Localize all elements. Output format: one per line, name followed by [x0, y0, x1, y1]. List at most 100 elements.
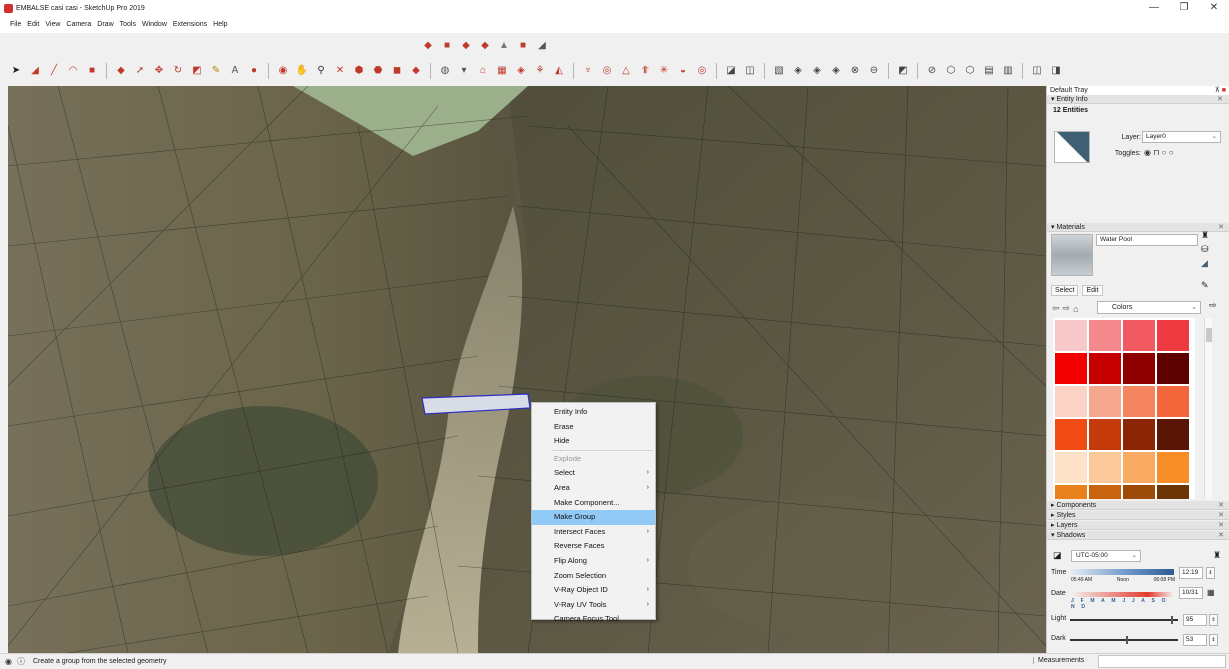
left-view-icon[interactable]: ■ — [515, 38, 531, 54]
color-swatch[interactable] — [1055, 419, 1087, 450]
line-icon[interactable]: ╱ — [46, 63, 62, 79]
eraser-icon[interactable]: ◢ — [27, 63, 43, 79]
color-swatch[interactable] — [1157, 485, 1189, 499]
ctx-camera-focus-tool[interactable]: Camera Focus Tool — [532, 612, 655, 627]
date-field[interactable]: 10/31 — [1179, 587, 1203, 599]
time-spinner[interactable]: ⇕ — [1206, 567, 1215, 579]
minimize-button[interactable]: — — [1139, 0, 1169, 16]
model-viewport[interactable]: Entity Info Erase Hide Explode Select › A… — [8, 86, 1046, 653]
extension-icon[interactable]: ⬣ — [370, 63, 386, 79]
menu-help[interactable]: Help — [213, 21, 227, 28]
color-swatch[interactable] — [1089, 485, 1121, 499]
details-arrow-icon[interactable]: ⇨ — [1209, 300, 1217, 311]
wireframe-icon[interactable]: ⬡ — [962, 63, 978, 79]
create-material-icon[interactable]: ♜ — [1201, 230, 1209, 241]
back-edges-icon[interactable]: ⬡ — [943, 63, 959, 79]
info-icon[interactable]: ⓘ — [17, 656, 25, 667]
dropdown-arrow-icon[interactable]: ▾ — [456, 63, 472, 79]
color-swatch[interactable] — [1055, 485, 1087, 499]
solid-subtract-icon[interactable]: ◈ — [790, 63, 806, 79]
rectangle-icon[interactable]: ■ — [84, 63, 100, 79]
panel-close-icon[interactable]: ✕ — [1218, 511, 1224, 520]
panel-close-icon[interactable]: ✕ — [1218, 531, 1224, 540]
dark-spinner[interactable]: ⇕ — [1209, 634, 1218, 646]
scrollbar-thumb[interactable] — [1206, 328, 1212, 342]
tape-measure-icon[interactable]: ✎ — [208, 63, 224, 79]
ctx-entity-info[interactable]: Entity Info — [532, 405, 655, 420]
zoom-icon[interactable]: ⚲ — [313, 63, 329, 79]
rotate-icon[interactable]: ↻ — [170, 63, 186, 79]
vray-omni-icon[interactable]: ✳ — [656, 63, 672, 79]
vray-settings-icon[interactable]: ◍ — [437, 63, 453, 79]
entity-info-header[interactable]: ▾ Entity Info ✕ — [1047, 95, 1229, 104]
back-view-icon[interactable]: ▲ — [496, 38, 512, 54]
ctx-area[interactable]: Area › — [532, 481, 655, 496]
paint-bucket-icon[interactable]: ● — [246, 63, 262, 79]
xray-icon[interactable]: ⊘ — [924, 63, 940, 79]
time-field[interactable]: 12:19 — [1179, 567, 1203, 579]
menu-tools[interactable]: Tools — [120, 21, 136, 28]
date-slider[interactable] — [1070, 592, 1174, 597]
light-slider[interactable] — [1070, 616, 1178, 624]
zoom-extents-icon[interactable]: ✕ — [332, 63, 348, 79]
solid-trim-icon[interactable]: ◈ — [809, 63, 825, 79]
ctx-erase[interactable]: Erase — [532, 420, 655, 435]
vray-render-icon[interactable]: ♆ — [580, 63, 596, 79]
ctx-zoom-selection[interactable]: Zoom Selection — [532, 569, 655, 584]
sample-paint-icon[interactable]: ✎ — [1201, 280, 1209, 291]
forward-arrow-icon[interactable]: ⇨ — [1063, 303, 1071, 314]
sandbox-stamp-icon[interactable]: ⚘ — [532, 63, 548, 79]
layer-select[interactable]: Layer0 ⌄ — [1142, 131, 1221, 143]
dark-slider[interactable] — [1070, 636, 1178, 644]
ctx-hide[interactable]: Hide — [532, 434, 655, 449]
color-swatch[interactable] — [1089, 419, 1121, 450]
top-view-icon[interactable]: ■ — [439, 38, 455, 54]
menu-edit[interactable]: Edit — [27, 21, 39, 28]
color-swatch[interactable] — [1089, 353, 1121, 384]
solid-intersect-icon[interactable]: ◈ — [828, 63, 844, 79]
dark-slider-knob[interactable] — [1126, 636, 1129, 644]
entity-material-swatch[interactable] — [1054, 131, 1090, 163]
calendar-icon[interactable]: ▦ — [1207, 588, 1215, 597]
front-view-icon[interactable]: ◆ — [458, 38, 474, 54]
home-icon[interactable]: ⌂ — [1073, 304, 1078, 314]
section-plane-icon[interactable]: ◩ — [895, 63, 911, 79]
right-view-icon[interactable]: ◆ — [477, 38, 493, 54]
shadow-settings-icon[interactable]: ♜ — [1213, 550, 1221, 561]
maximize-button[interactable]: ❐ — [1169, 0, 1199, 16]
menu-draw[interactable]: Draw — [97, 21, 113, 28]
sandbox-contours-icon[interactable]: ⌂ — [475, 63, 491, 79]
orbit-icon[interactable]: ◉ — [275, 63, 291, 79]
styles-header[interactable]: ▸ Styles ✕ — [1047, 511, 1229, 520]
menu-file[interactable]: File — [10, 21, 21, 28]
light-slider-knob[interactable] — [1170, 616, 1173, 624]
color-swatch[interactable] — [1123, 452, 1155, 483]
panel-close-icon[interactable]: ✕ — [1218, 223, 1224, 232]
vray-light-icon[interactable]: ◎ — [599, 63, 615, 79]
ctx-intersect-faces[interactable]: Intersect Faces › — [532, 525, 655, 540]
share-model-icon[interactable]: ◼ — [389, 63, 405, 79]
color-swatch[interactable] — [1123, 386, 1155, 417]
color-swatch[interactable] — [1123, 353, 1155, 384]
move-icon[interactable]: ✥ — [151, 63, 167, 79]
sandbox-drape-icon[interactable]: ◭ — [551, 63, 567, 79]
color-swatch[interactable] — [1157, 419, 1189, 450]
tray-pin-close-icon[interactable]: ⊼ ■ — [1215, 86, 1226, 95]
dark-field[interactable]: 53 — [1183, 634, 1207, 646]
components-header[interactable]: ▸ Components ✕ — [1047, 501, 1229, 510]
ctx-flip-along[interactable]: Flip Along › — [532, 554, 655, 569]
vray-dome-icon[interactable]: ◒ — [675, 63, 691, 79]
color-swatch[interactable] — [1055, 320, 1087, 351]
ctx-make-component[interactable]: Make Component... — [532, 496, 655, 511]
layers-header[interactable]: ▸ Layers ✕ — [1047, 521, 1229, 530]
sandbox-smoove-icon[interactable]: ◈ — [513, 63, 529, 79]
current-material-swatch[interactable] — [1051, 234, 1093, 276]
warehouse-icon[interactable]: ⬢ — [351, 63, 367, 79]
ctx-vray-uv-tools[interactable]: V-Ray UV Tools › — [532, 598, 655, 613]
panel-close-icon[interactable]: ✕ — [1217, 95, 1223, 104]
color-swatch[interactable] — [1123, 320, 1155, 351]
ctx-make-group[interactable]: Make Group — [532, 510, 655, 525]
light-spinner[interactable]: ⇕ — [1209, 614, 1218, 626]
shaded-icon[interactable]: ▥ — [1000, 63, 1016, 79]
bottom-view-icon[interactable]: ◢ — [534, 38, 550, 54]
